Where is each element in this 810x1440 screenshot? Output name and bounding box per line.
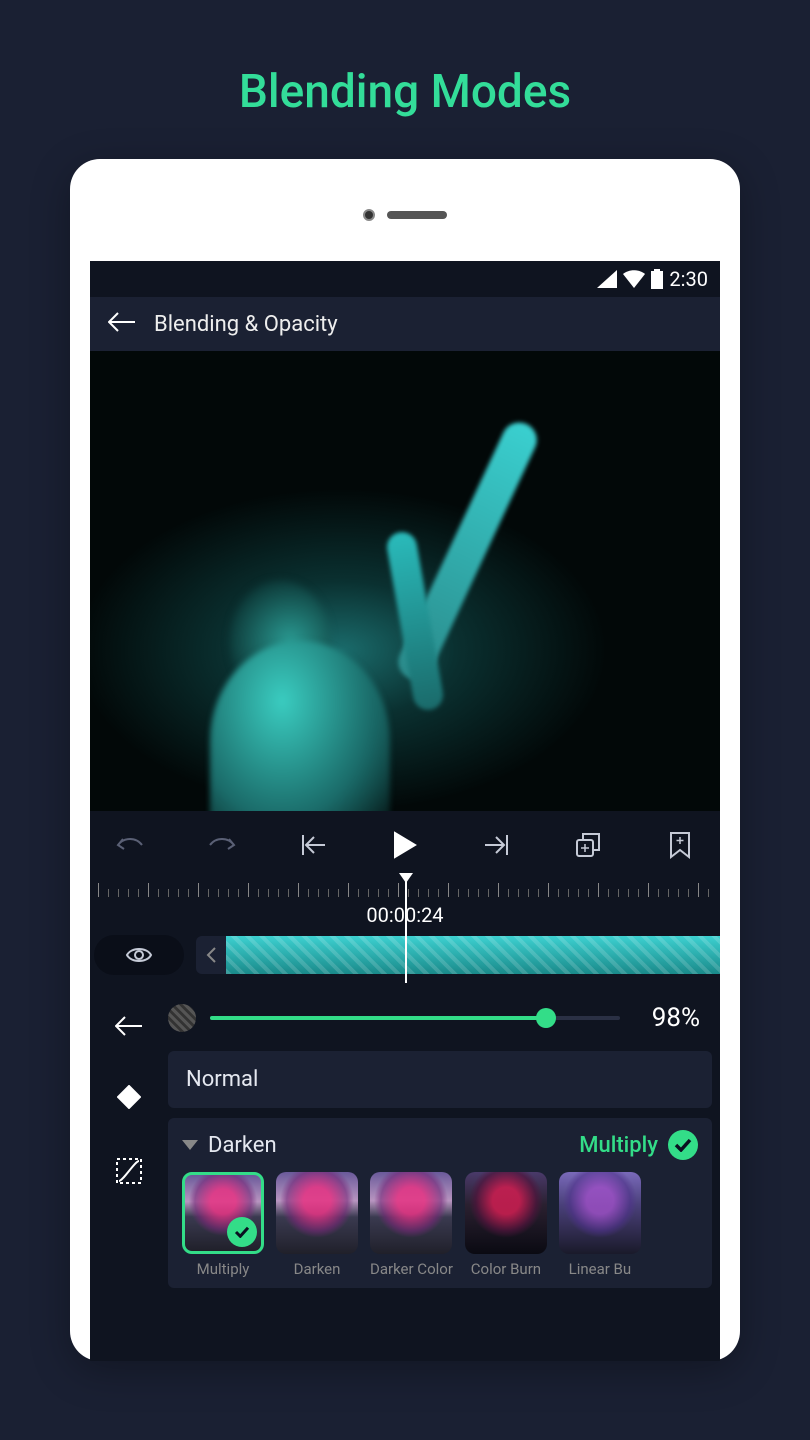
redo-icon (208, 835, 236, 855)
timeline[interactable] (90, 933, 720, 977)
playhead[interactable] (405, 873, 407, 983)
blend-thumb (370, 1172, 452, 1254)
opacity-control: 98% (168, 997, 712, 1051)
curve-icon (115, 1157, 143, 1185)
blend-thumb (465, 1172, 547, 1254)
bookmark-button[interactable] (662, 827, 698, 863)
app-screen: 2:30 Blending & Opacity 00:00:24 (90, 261, 720, 1361)
arrow-left-icon (108, 311, 136, 333)
tab-curves[interactable] (115, 1157, 143, 1189)
play-icon (393, 831, 417, 859)
group-header[interactable]: Darken Multiply (182, 1130, 698, 1160)
panel-back-button[interactable] (115, 1015, 143, 1041)
thumb-label: Linear Bu (569, 1260, 632, 1278)
chevron-down-icon (182, 1140, 198, 1150)
cell-signal-icon (597, 270, 617, 288)
blend-group-normal[interactable]: Normal (168, 1051, 712, 1108)
transport-controls (90, 811, 720, 879)
app-header: Blending & Opacity (90, 297, 720, 351)
chevron-left-icon (205, 946, 217, 964)
skip-end-button[interactable] (479, 827, 515, 863)
blend-thumb (182, 1172, 264, 1254)
status-time: 2:30 (669, 267, 708, 291)
skip-start-icon (299, 833, 327, 857)
panel-tabs (90, 997, 168, 1361)
blend-mode-thumbs: Multiply Darken Darker Color Color (182, 1172, 698, 1278)
blend-thumb (559, 1172, 641, 1254)
duplicate-button[interactable] (570, 827, 606, 863)
back-button[interactable] (108, 311, 136, 337)
redo-button[interactable] (204, 827, 240, 863)
check-icon (227, 1217, 257, 1247)
check-icon (668, 1130, 698, 1160)
thumb-label: Darken (294, 1260, 341, 1278)
blend-mode-multiply[interactable]: Multiply (182, 1172, 264, 1278)
tablet-frame: 2:30 Blending & Opacity 00:00:24 (70, 159, 740, 1361)
camera-dot (363, 209, 375, 221)
battery-icon (651, 269, 663, 289)
group-label: Darken (208, 1133, 277, 1158)
wifi-icon (623, 270, 645, 288)
blend-group-darken: Darken Multiply Multiply (168, 1118, 712, 1288)
bookmark-icon (669, 831, 691, 859)
properties-panel: 98% Normal Darken Multiply (90, 997, 720, 1361)
thumb-label: Multiply (197, 1260, 250, 1278)
clip-trim-handle[interactable] (196, 936, 226, 974)
diamond-icon (117, 1085, 141, 1109)
video-clip[interactable] (226, 936, 720, 974)
status-bar: 2:30 (90, 261, 720, 297)
track-visibility-toggle[interactable] (94, 935, 184, 975)
selected-mode-label: Multiply (579, 1133, 658, 1158)
header-title: Blending & Opacity (154, 312, 338, 337)
tablet-hardware (70, 209, 740, 221)
blend-mode-darker-color[interactable]: Darker Color (370, 1172, 453, 1278)
promo-title: Blending Modes (239, 65, 571, 119)
video-preview[interactable] (90, 351, 720, 811)
slider-thumb[interactable] (536, 1008, 556, 1028)
speaker-slot (387, 211, 447, 219)
play-button[interactable] (387, 827, 423, 863)
undo-icon (116, 835, 144, 855)
arrow-left-icon (115, 1015, 143, 1037)
opacity-icon (168, 1004, 196, 1032)
blend-mode-color-burn[interactable]: Color Burn (465, 1172, 547, 1278)
tab-blending[interactable] (117, 1085, 141, 1113)
skip-end-icon (483, 833, 511, 857)
opacity-slider[interactable] (210, 1016, 620, 1020)
eye-icon (125, 945, 153, 965)
opacity-value: 98% (634, 1003, 700, 1033)
undo-button[interactable] (112, 827, 148, 863)
thumb-label: Darker Color (370, 1260, 453, 1278)
blend-thumb (276, 1172, 358, 1254)
slider-fill (210, 1016, 546, 1020)
group-label: Normal (186, 1067, 694, 1092)
blend-mode-darken[interactable]: Darken (276, 1172, 358, 1278)
duplicate-icon (575, 832, 601, 858)
skip-start-button[interactable] (295, 827, 331, 863)
blend-mode-linear-burn[interactable]: Linear Bu (559, 1172, 641, 1278)
panel-content: 98% Normal Darken Multiply (168, 997, 720, 1361)
thumb-label: Color Burn (471, 1260, 541, 1278)
